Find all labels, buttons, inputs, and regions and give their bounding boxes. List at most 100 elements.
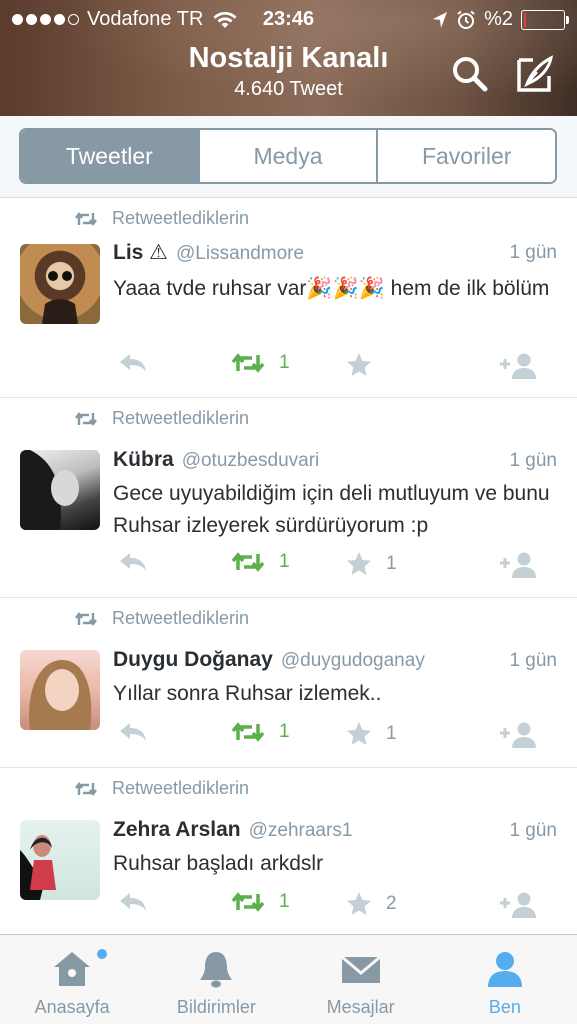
- envelope-icon: [340, 955, 381, 983]
- tab-label: Mesajlar: [326, 997, 395, 1017]
- follow-button[interactable]: [498, 352, 538, 380]
- avatar[interactable]: [20, 450, 100, 530]
- user-handle[interactable]: @Lissandmore: [176, 243, 304, 265]
- battery-percent: %2: [484, 8, 513, 30]
- user-handle[interactable]: @duygudoganay: [281, 650, 425, 672]
- tweet-actions: 1 2: [113, 891, 553, 921]
- retweeted-label: Retweetlediklerin: [112, 778, 250, 798]
- favorite-count: 2: [386, 893, 397, 914]
- star-icon: [347, 353, 371, 376]
- retweet-indicator-icon: [75, 411, 97, 426]
- reply-button[interactable]: [118, 721, 148, 743]
- retweet-button[interactable]: 1: [231, 721, 290, 743]
- user-name[interactable]: Duygu Doğanay: [113, 648, 273, 672]
- tweet-actions: 1: [113, 352, 553, 382]
- reply-icon: [120, 723, 146, 741]
- avatar[interactable]: [20, 820, 100, 900]
- user-handle[interactable]: @zehraars1: [249, 820, 353, 842]
- retweeted-label: Retweetlediklerin: [112, 208, 250, 228]
- tab-medya[interactable]: Medya: [199, 130, 379, 182]
- star-icon: [347, 552, 371, 575]
- alarm-icon: [457, 10, 475, 29]
- user-name[interactable]: Kübra: [113, 448, 174, 472]
- user-name[interactable]: Zehra Arslan: [113, 818, 241, 842]
- tweet-text: Ruhsar başladı arkdslr: [113, 852, 324, 875]
- tweet-item[interactable]: Retweetlediklerin Kübra @otuzbesduvari 1…: [0, 398, 577, 598]
- tweet-item[interactable]: Retweetlediklerin Lis ⚠ @Lissandmore 1 g…: [0, 198, 577, 398]
- favorite-button[interactable]: 1: [346, 551, 397, 577]
- tab-label: Bildirimler: [176, 997, 256, 1017]
- retweet-button[interactable]: 1: [231, 551, 290, 573]
- add-user-icon: [500, 552, 536, 578]
- tweet-count: 4.640 Tweet: [234, 78, 343, 100]
- user-handle[interactable]: @otuzbesduvari: [182, 450, 320, 472]
- tweet-item[interactable]: Retweetlediklerin Zehra Arslan @zehraars…: [0, 768, 577, 934]
- favorite-count: 1: [386, 723, 397, 744]
- retweet-count: 1: [279, 891, 290, 912]
- reply-icon: [120, 893, 146, 911]
- add-user-icon: [500, 353, 536, 379]
- notification-dot: [97, 949, 107, 959]
- retweet-count: 1: [279, 551, 290, 572]
- favorite-button[interactable]: 2: [346, 891, 397, 917]
- tweet-text: Yıllar sonra Ruhsar izlemek..: [113, 682, 382, 705]
- bell-icon: [200, 952, 233, 988]
- add-user-icon: [500, 892, 536, 918]
- tab-anasayfa[interactable]: Anasayfa: [0, 935, 144, 1024]
- profile-header: Vodafone TR 23:46 %2 Nostalji Kanalı 4.6…: [0, 0, 577, 116]
- tab-ben[interactable]: Ben: [433, 935, 577, 1024]
- retweet-indicator-icon: [75, 211, 97, 226]
- search-icon[interactable]: [450, 54, 490, 94]
- retweet-count: 1: [279, 352, 290, 373]
- tweet-time: 1 gün: [509, 650, 557, 671]
- retweet-icon: [231, 892, 265, 912]
- status-bar: Vodafone TR 23:46 %2: [0, 0, 577, 38]
- tweet-time: 1 gün: [509, 242, 557, 263]
- user-name[interactable]: Lis ⚠: [113, 240, 168, 265]
- tab-favoriler[interactable]: Favoriler: [378, 130, 555, 182]
- profile-tabs-container: Tweetler Medya Favoriler: [0, 116, 577, 198]
- favorite-button[interactable]: 1: [346, 721, 397, 747]
- add-user-icon: [500, 722, 536, 748]
- tab-tweetler[interactable]: Tweetler: [21, 130, 200, 182]
- retweet-indicator-icon: [75, 781, 97, 796]
- home-icon: [54, 952, 91, 986]
- retweet-icon: [231, 552, 265, 572]
- favorite-button[interactable]: [346, 352, 386, 378]
- tweet-actions: 1 1: [113, 721, 553, 751]
- tweet-text: Gece uyuyabildiğim için deli mutluyum ve…: [113, 482, 550, 537]
- retweet-button[interactable]: 1: [231, 352, 290, 374]
- follow-button[interactable]: [498, 551, 538, 579]
- retweet-indicator-icon: [75, 611, 97, 626]
- reply-button[interactable]: [118, 352, 148, 374]
- tab-label: Ben: [488, 997, 521, 1017]
- star-icon: [347, 722, 371, 745]
- retweet-icon: [231, 722, 265, 742]
- bottom-tab-bar: Anasayfa Bildirimler Mesajlar Ben: [0, 934, 577, 1024]
- tweet-item[interactable]: Retweetlediklerin Duygu Doğanay @duygudo…: [0, 598, 577, 768]
- tab-bildirimler[interactable]: Bildirimler: [144, 935, 288, 1024]
- tab-label: Anasayfa: [34, 997, 110, 1017]
- tweet-timeline: Retweetlediklerin Lis ⚠ @Lissandmore 1 g…: [0, 198, 577, 934]
- compose-tweet-icon[interactable]: [515, 54, 555, 94]
- reply-button[interactable]: [118, 551, 148, 573]
- avatar[interactable]: [20, 650, 100, 730]
- retweeted-label: Retweetlediklerin: [112, 408, 250, 428]
- tweet-time: 1 gün: [509, 450, 557, 471]
- profile-segmented-control: Tweetler Medya Favoriler: [19, 128, 557, 184]
- retweet-count: 1: [279, 721, 290, 742]
- location-icon: [433, 11, 448, 28]
- retweet-button[interactable]: 1: [231, 891, 290, 913]
- tweet-actions: 1 1: [113, 551, 553, 581]
- tab-mesajlar[interactable]: Mesajlar: [289, 935, 433, 1024]
- star-icon: [347, 892, 371, 915]
- follow-button[interactable]: [498, 721, 538, 749]
- follow-button[interactable]: [498, 891, 538, 919]
- reply-icon: [120, 354, 146, 372]
- reply-button[interactable]: [118, 891, 148, 913]
- reply-icon: [120, 553, 146, 571]
- tweet-text: Yaaa tvde ruhsar var🎉🎉🎉 hem de ilk bölüm: [113, 277, 550, 300]
- retweeted-label: Retweetlediklerin: [112, 608, 250, 628]
- tweet-time: 1 gün: [509, 820, 557, 841]
- avatar[interactable]: [20, 244, 100, 324]
